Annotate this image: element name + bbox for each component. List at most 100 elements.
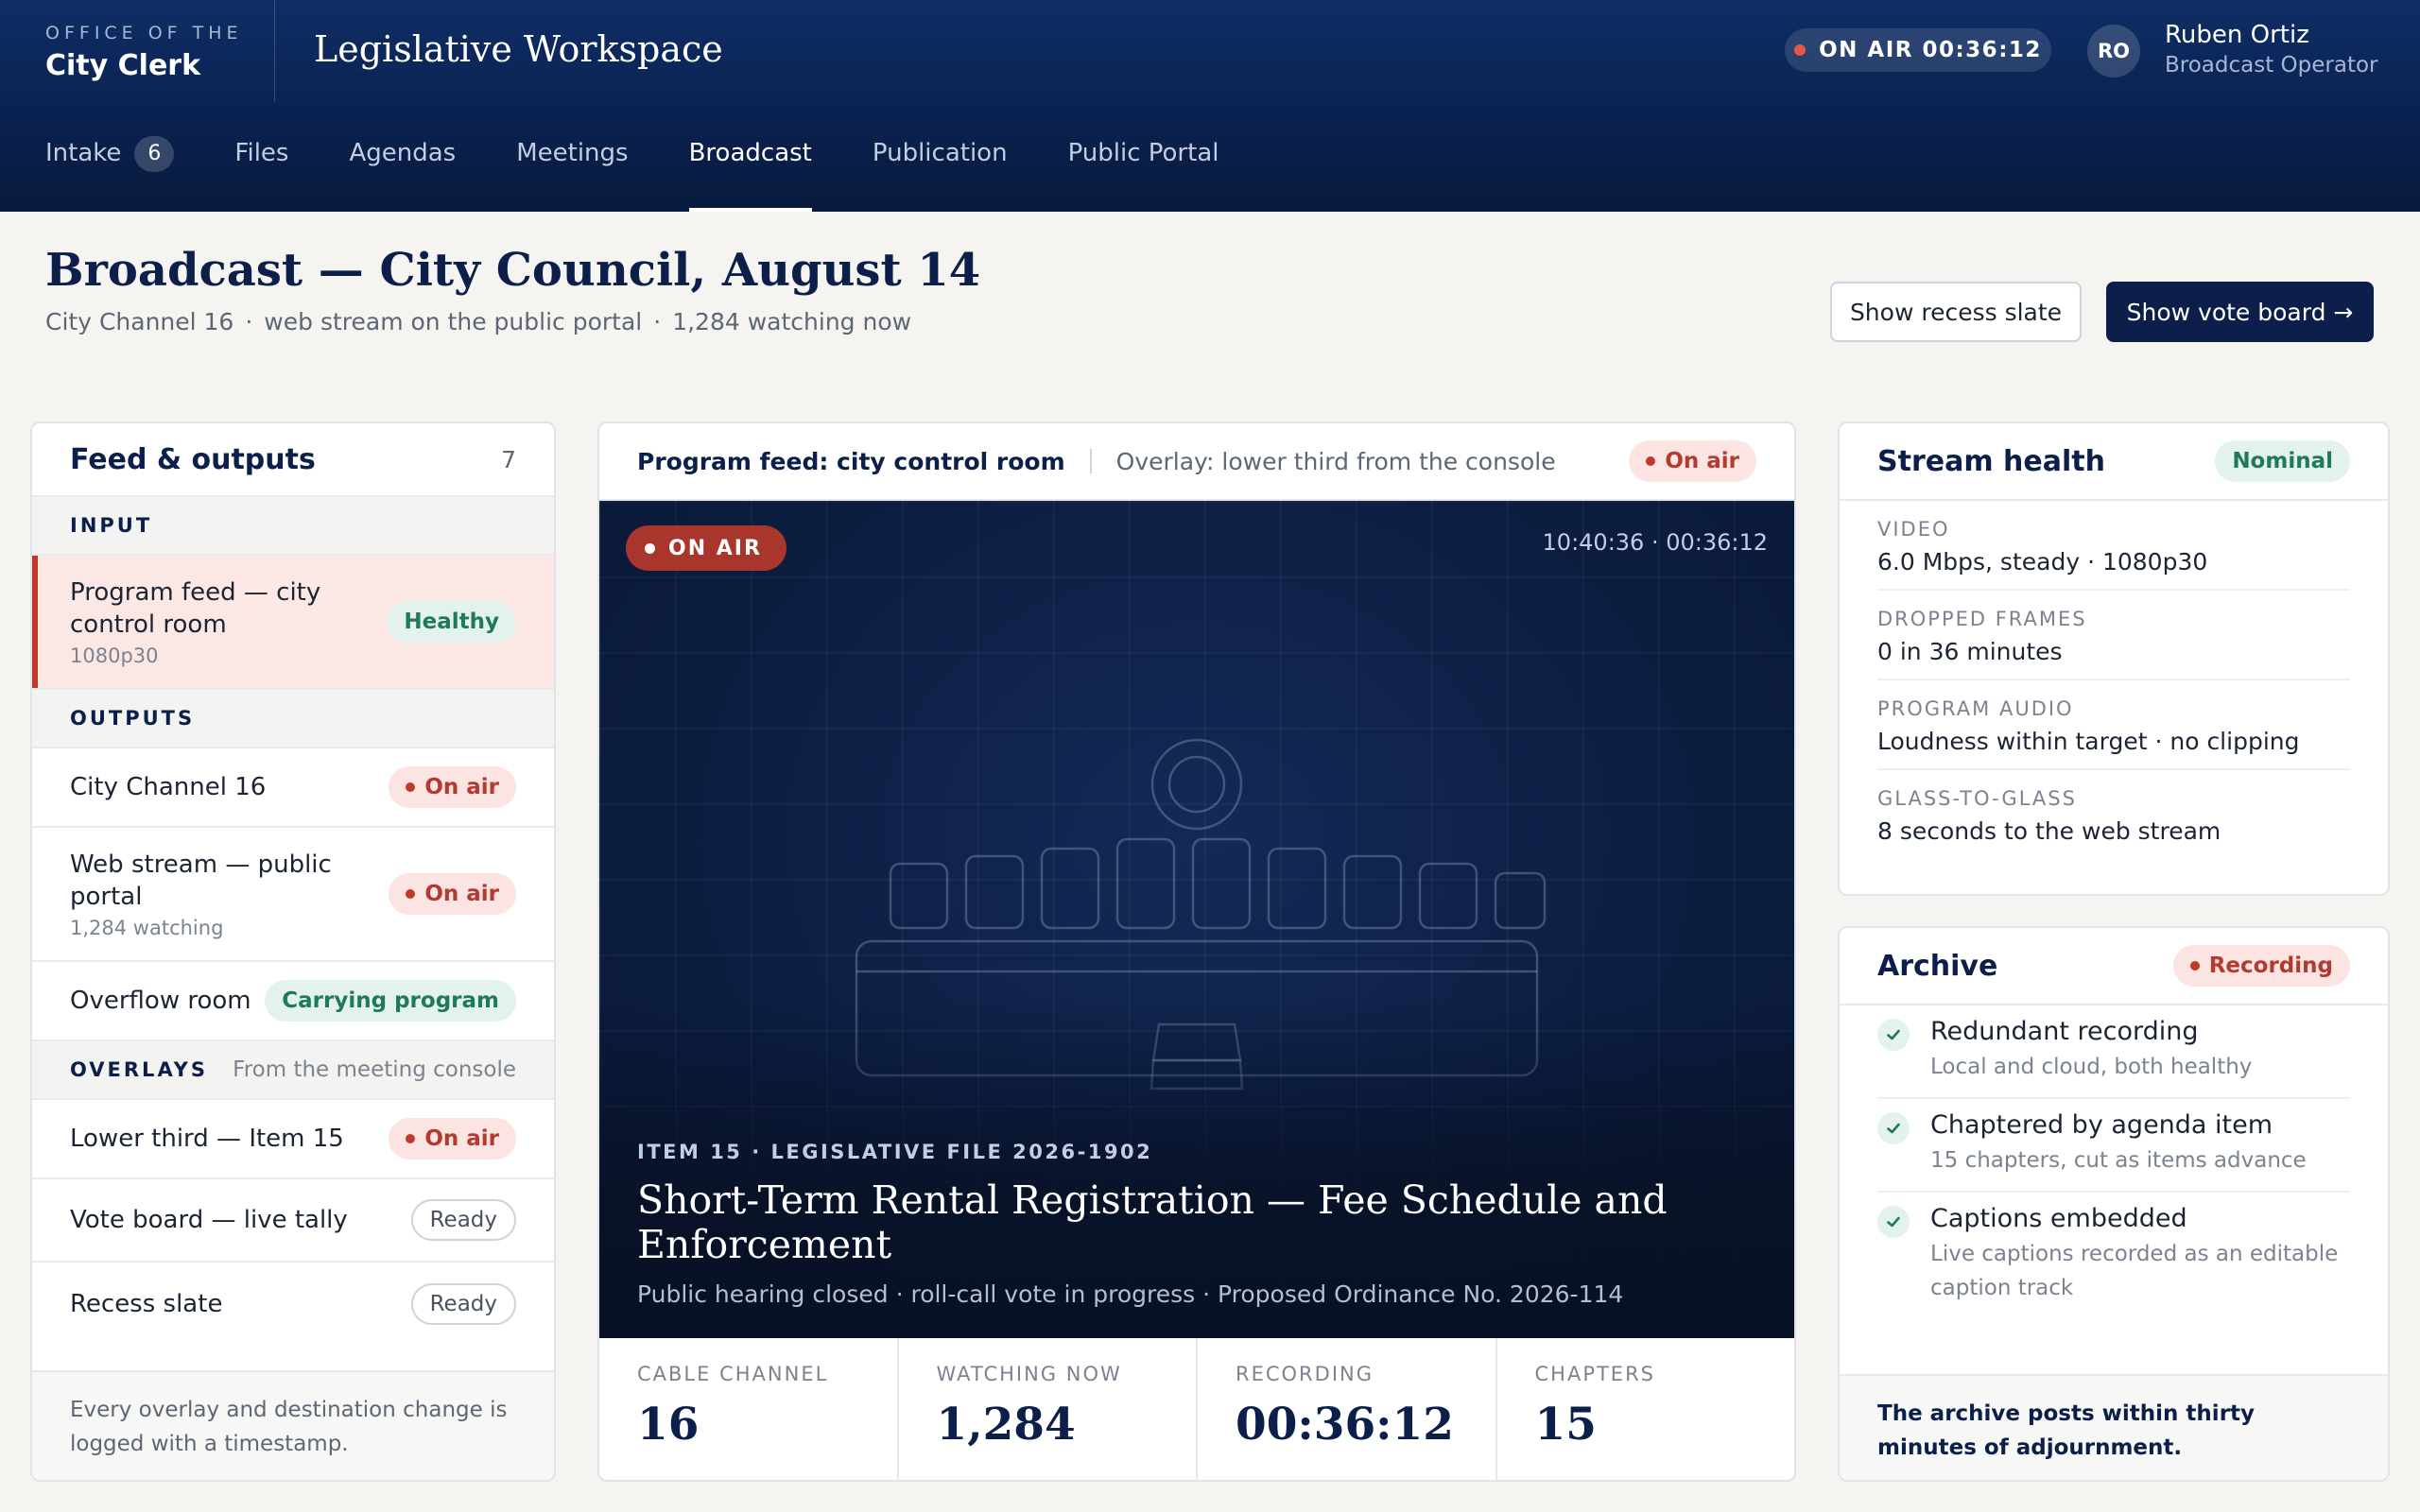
archive-title: Archive	[1877, 949, 1998, 983]
nav-tab-files[interactable]: Files	[234, 132, 288, 212]
stat-recording: RECORDING 00:36:12	[1198, 1338, 1497, 1480]
archive-panel: Archive Recording Redundant recording Lo…	[1838, 926, 2390, 1482]
ready-badge[interactable]: Ready	[410, 1283, 516, 1325]
metric-dropped-frames: DROPPED FRAMES 0 in 36 minutes	[1877, 591, 2350, 680]
stat-label: RECORDING	[1236, 1363, 1374, 1385]
overlay-row-vote-board[interactable]: Vote board — live tally Ready	[32, 1179, 554, 1263]
lower-third-title: Short-Term Rental Registration — Fee Sch…	[637, 1177, 1668, 1267]
status-badge: Nominal	[2215, 440, 2350, 482]
ready-badge[interactable]: Ready	[410, 1199, 516, 1241]
stat-value: 00:36:12	[1236, 1399, 1454, 1451]
archive-item-redundant-recording: Redundant recording Local and cloud, bot…	[1877, 1005, 2350, 1099]
top-header: OFFICE OF THE City Clerk Legislative Wor…	[0, 0, 2420, 212]
nav-tab-public-portal[interactable]: Public Portal	[1068, 132, 1219, 212]
nav-tab-agendas[interactable]: Agendas	[349, 132, 456, 212]
nav-tab-intake[interactable]: Intake 6	[45, 132, 175, 212]
archive-item-title: Redundant recording	[1930, 1017, 2199, 1046]
avatar[interactable]: RO	[2087, 25, 2140, 77]
nav-tab-broadcast[interactable]: Broadcast	[688, 132, 813, 212]
show-vote-board-button[interactable]: Show vote board →	[2106, 282, 2374, 342]
output-name: Overflow room	[70, 987, 251, 1015]
stat-watching-now: WATCHING NOW 1,284	[899, 1338, 1198, 1480]
brand-logo[interactable]: OFFICE OF THE City Clerk	[45, 23, 243, 82]
stat-value: 16	[637, 1399, 700, 1451]
broadcast-stats: CABLE CHANNEL 16 WATCHING NOW 1,284 RECO…	[599, 1338, 1794, 1480]
archive-item-detail: Live captions recorded as an editable ca…	[1930, 1242, 2339, 1300]
output-row-overflow-room[interactable]: Overflow room Carrying program	[32, 962, 554, 1041]
stat-label: WATCHING NOW	[936, 1363, 1122, 1385]
metric-value: 6.0 Mbps, steady · 1080p30	[1877, 548, 2208, 576]
on-air-indicator: ON AIR 00:36:12	[1785, 28, 2051, 72]
status-badge: Recording	[2172, 945, 2350, 987]
stat-label: CABLE CHANNEL	[637, 1363, 829, 1385]
overlay-source: Overlay: lower third from the console	[1115, 447, 1556, 475]
metric-value: 8 seconds to the web stream	[1877, 817, 2221, 845]
recording-dot-icon	[2189, 961, 2200, 971]
intake-count-badge: 6	[134, 136, 175, 172]
brand-name: City Clerk	[45, 49, 201, 82]
subtitle-channel: City Channel 16	[45, 308, 234, 335]
status-text: On air	[424, 1126, 499, 1151]
stat-value: 15	[1534, 1399, 1597, 1451]
overlay-row-lower-third[interactable]: Lower third — Item 15 On air	[32, 1100, 554, 1179]
nav-tab-label: Intake	[45, 139, 122, 167]
user-role: Broadcast Operator	[2165, 53, 2378, 77]
archive-item-detail: Local and cloud, both healthy	[1930, 1055, 2253, 1079]
live-dot-icon	[645, 542, 655, 554]
check-icon	[1877, 1112, 1910, 1144]
input-row-program-feed[interactable]: Program feed — city control room 1080p30…	[32, 556, 554, 690]
archive-footer-note: The archive posts within thirty minutes …	[1840, 1374, 2388, 1480]
lower-third-kicker: ITEM 15 · LEGISLATIVE FILE 2026-1902	[637, 1141, 1153, 1163]
nav-tab-label: Public Portal	[1067, 139, 1219, 167]
subtitle-watching: 1,284 watching now	[672, 308, 912, 335]
nav-tab-publication[interactable]: Publication	[873, 132, 1008, 212]
metric-label: DROPPED FRAMES	[1877, 608, 2087, 630]
archive-item-detail: 15 chapters, cut as items advance	[1930, 1148, 2307, 1173]
metric-program-audio: PROGRAM AUDIO Loudness within target · n…	[1877, 680, 2350, 770]
check-icon	[1877, 1019, 1910, 1051]
status-badge: On air	[389, 873, 516, 915]
output-row-web-stream[interactable]: Web stream — public portal 1,284 watchin…	[32, 828, 554, 962]
program-feed-header: Program feed: city control room Overlay:…	[599, 423, 1794, 501]
nav-tab-meetings[interactable]: Meetings	[516, 132, 628, 212]
feed-count: 7	[501, 445, 516, 473]
input-name: Program feed — city control room	[70, 578, 321, 639]
user-name: Ruben Ortiz	[2165, 21, 2309, 49]
status-text: On air	[424, 882, 499, 906]
check-icon	[1877, 1206, 1910, 1238]
show-recess-slate-button[interactable]: Show recess slate	[1830, 282, 2082, 342]
stat-value: 1,284	[936, 1399, 1076, 1451]
overlay-name: Lower third — Item 15	[70, 1125, 344, 1153]
nav-tab-label: Agendas	[349, 139, 457, 167]
feed-panel-header: Feed & outputs 7	[32, 423, 554, 497]
output-name: Web stream — public portal	[70, 850, 332, 911]
archive-item-title: Captions embedded	[1930, 1204, 2187, 1233]
overlay-name: Vote board — live tally	[70, 1206, 348, 1234]
page-subtitle: City Channel 16 · web stream on the publ…	[45, 308, 911, 335]
subtitle-stream: web stream on the public portal	[264, 308, 643, 335]
nav-tab-label: Broadcast	[688, 139, 812, 167]
output-name: City Channel 16	[70, 773, 267, 801]
archive-item-title: Chaptered by agenda item	[1930, 1110, 2273, 1140]
archive-header: Archive Recording	[1840, 928, 2388, 1005]
archive-item-captions: Captions embedded Live captions recorded…	[1877, 1193, 2350, 1318]
user-menu[interactable]: Ruben Ortiz Broadcast Operator	[2165, 21, 2378, 77]
video-timecode: 10:40:36 · 00:36:12	[1542, 529, 1768, 556]
live-dot-icon	[1646, 456, 1656, 466]
live-dot-icon	[406, 1134, 416, 1143]
overlay-row-recess-slate[interactable]: Recess slate Ready	[32, 1263, 554, 1346]
stream-health-title: Stream health	[1877, 444, 2105, 478]
metric-label: VIDEO	[1877, 518, 1950, 541]
lower-third-subtitle: Public hearing closed · roll-call vote i…	[637, 1280, 1624, 1308]
on-air-timer: ON AIR 00:36:12	[1819, 38, 2042, 62]
nav-tab-label: Publication	[872, 139, 1008, 167]
metric-glass-to-glass: GLASS-TO-GLASS 8 seconds to the web stre…	[1877, 770, 2350, 858]
section-label-text: OVERLAYS	[70, 1058, 209, 1081]
output-row-city-channel[interactable]: City Channel 16 On air	[32, 748, 554, 828]
program-video-preview[interactable]: ON AIR 10:40:36 · 00:36:12 ITEM 15 · LEG…	[599, 501, 1794, 1338]
header-divider	[274, 0, 275, 102]
subtitle-separator: ·	[653, 308, 662, 335]
feed-panel-title: Feed & outputs	[70, 442, 316, 476]
section-label-text: INPUT	[70, 514, 153, 537]
metric-label: PROGRAM AUDIO	[1877, 697, 2074, 720]
